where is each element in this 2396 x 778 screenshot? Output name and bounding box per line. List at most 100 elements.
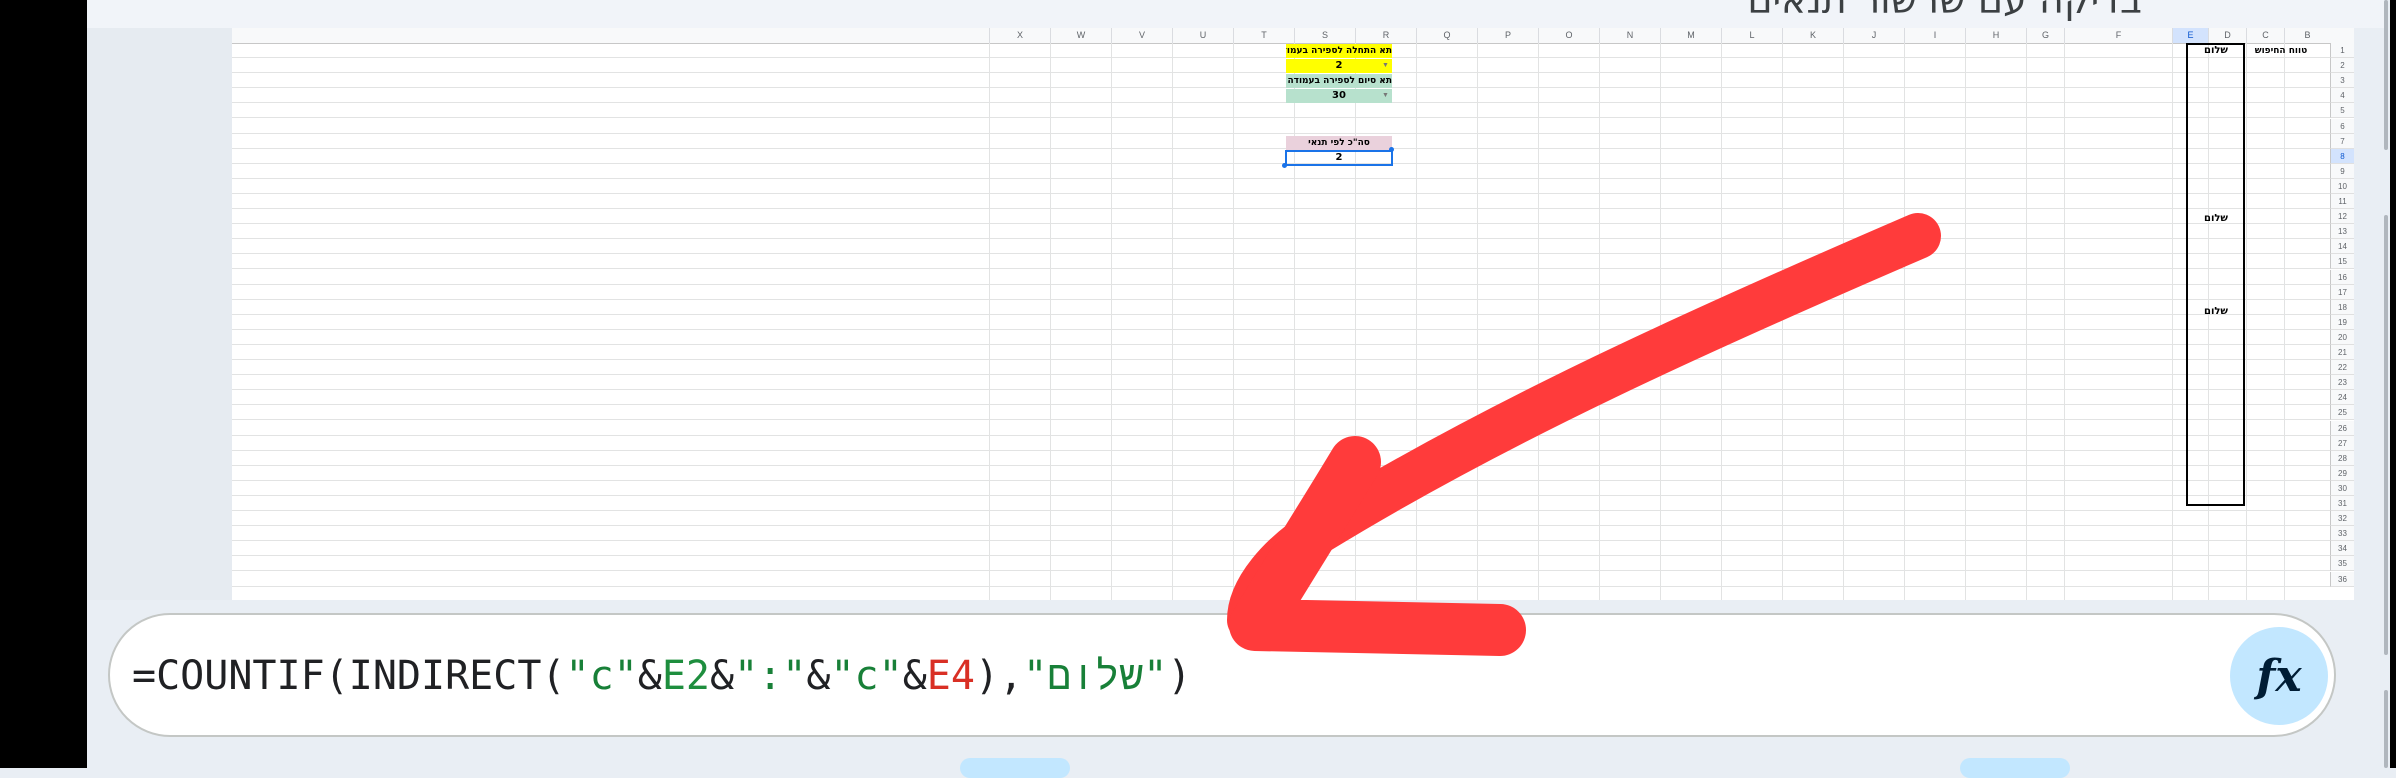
cell-e4[interactable]: 30 (1286, 89, 1392, 103)
column-header-p[interactable]: P (1477, 28, 1538, 43)
column-header-t[interactable]: T (1233, 28, 1294, 43)
row-header-4[interactable]: 4 (2330, 88, 2354, 104)
cell-e2[interactable]: 2 (1286, 59, 1392, 73)
selection-handle[interactable] (1282, 163, 1287, 168)
formula-paren: ) (1167, 653, 1192, 699)
row-header-8[interactable]: 8 (2330, 148, 2354, 164)
row-header-19[interactable]: 19 (2330, 314, 2354, 330)
chevron-down-icon[interactable]: ▼ (1382, 62, 1389, 69)
spreadsheet-grid[interactable]: XWVUTSRQPONMLKJIHGFEDCB 1 2 3 4 5 6 7 8 9 10 11 12 1… (232, 28, 2354, 600)
column-header-n[interactable]: N (1599, 28, 1660, 43)
row-header-21[interactable]: 21 (2330, 345, 2354, 360)
column-header-x[interactable]: X (989, 28, 1050, 43)
cell-e7[interactable]: סה"כ לפי תנאי (1286, 136, 1392, 150)
column-header-l[interactable]: L (1721, 28, 1782, 43)
column-header-g[interactable]: G (2026, 28, 2064, 43)
bottom-button[interactable] (1960, 758, 2070, 778)
right-black-border (2390, 0, 2396, 768)
row-header-34[interactable]: 34 (2330, 541, 2354, 557)
row-header-32[interactable]: 32 (2330, 511, 2354, 527)
formula-bar[interactable]: =COUNTIF(INDIRECT("c"&E2&":"&"c"&E4),"של… (108, 613, 2336, 737)
column-header-w[interactable]: W (1050, 28, 1111, 43)
grid-line-vertical (1172, 43, 1173, 600)
formula-ref-e4: E4 (926, 653, 975, 699)
column-header-k[interactable]: K (1782, 28, 1843, 43)
row-header-25[interactable]: 25 (2330, 405, 2354, 421)
grid-line-vertical (1538, 43, 1539, 600)
grid-line-vertical (1782, 43, 1783, 600)
formula-input[interactable]: =COUNTIF(INDIRECT("c"&E2&":"&"c"&E4),"של… (132, 653, 1191, 702)
row-header-33[interactable]: 33 (2330, 526, 2354, 542)
row-header-6[interactable]: 6 (2330, 118, 2354, 134)
scrollbar-thumb[interactable] (2384, 215, 2388, 655)
row-header-36[interactable]: 36 (2330, 571, 2354, 587)
cell-e1[interactable]: תא התחלה לספירה בעמודה C (1286, 44, 1392, 58)
row-header-23[interactable]: 23 (2330, 375, 2354, 391)
row-header-10[interactable]: 10 (2330, 178, 2354, 194)
row-header-7[interactable]: 7 (2330, 133, 2354, 149)
row-header-18[interactable]: 18 (2330, 299, 2354, 315)
row-header-5[interactable]: 5 (2330, 103, 2354, 119)
row-header-29[interactable]: 29 (2330, 465, 2354, 481)
row-header-22[interactable]: 22 (2330, 360, 2354, 376)
column-header-bar: XWVUTSRQPONMLKJIHGFEDCB (232, 28, 2354, 44)
row-header-1[interactable]: 1 (2330, 43, 2354, 58)
row-header-9[interactable]: 9 (2330, 163, 2354, 179)
scrollbar-thumb[interactable] (2384, 690, 2388, 768)
column-header-u[interactable]: U (1172, 28, 1233, 43)
column-header-f[interactable]: F (2064, 28, 2172, 43)
function-icon[interactable]: fx (2230, 627, 2328, 725)
column-header-i[interactable]: I (1904, 28, 1965, 43)
column-header-v[interactable]: V (1111, 28, 1172, 43)
row-header-13[interactable]: 13 (2330, 224, 2354, 240)
grid-line-vertical (1355, 43, 1356, 600)
grid-line-vertical (989, 43, 990, 600)
column-header-b[interactable]: B (2284, 28, 2330, 43)
column-header-o[interactable]: O (1538, 28, 1599, 43)
row-header-35[interactable]: 35 (2330, 556, 2354, 572)
column-header-j[interactable]: J (1843, 28, 1904, 43)
row-header-16[interactable]: 16 (2330, 269, 2354, 285)
row-header-24[interactable]: 24 (2330, 390, 2354, 406)
grid-line-horizontal (232, 389, 2330, 391)
row-header-17[interactable]: 17 (2330, 284, 2354, 300)
grid-line-horizontal (232, 253, 2330, 255)
column-header-r[interactable]: R (1355, 28, 1416, 43)
cell-e3[interactable]: תא סיום לספירה בעמודה C (1286, 74, 1392, 88)
column-header-c[interactable]: C (2246, 28, 2284, 43)
grid-line-horizontal (232, 585, 2330, 587)
column-header-h[interactable]: H (1965, 28, 2026, 43)
column-header-m[interactable]: M (1660, 28, 1721, 43)
scrollbar-thumb[interactable] (2384, 0, 2388, 150)
grid-line-horizontal (232, 434, 2330, 436)
grid-line-vertical (2064, 43, 2065, 600)
column-header-d[interactable]: D (2208, 28, 2246, 43)
row-header-30[interactable]: 30 (2330, 480, 2354, 496)
grid-line-horizontal (232, 555, 2330, 557)
row-header-14[interactable]: 14 (2330, 239, 2354, 255)
column-header-s[interactable]: S (1294, 28, 1355, 43)
column-header-q[interactable]: Q (1416, 28, 1477, 43)
row-header-28[interactable]: 28 (2330, 450, 2354, 466)
row-header-2[interactable]: 2 (2330, 58, 2354, 74)
grid-line-vertical (1599, 43, 1600, 600)
row-header-20[interactable]: 20 (2330, 329, 2354, 345)
bottom-button[interactable] (960, 758, 1070, 778)
row-header-15[interactable]: 15 (2330, 254, 2354, 270)
cell-b1[interactable]: טווח החיפוש (2246, 44, 2316, 58)
row-header-12[interactable]: 12 (2330, 209, 2354, 225)
grid-line-horizontal (232, 464, 2330, 466)
row-header-3[interactable]: 3 (2330, 73, 2354, 89)
row-header-27[interactable]: 27 (2330, 435, 2354, 451)
grid-line-vertical (1294, 43, 1295, 600)
grid-line-horizontal (232, 102, 2330, 104)
grid-line-horizontal (232, 343, 2330, 345)
grid-line-horizontal (232, 419, 2330, 421)
selection-handle[interactable] (1389, 147, 1394, 152)
formula-operator: & (710, 653, 735, 699)
row-header-26[interactable]: 26 (2330, 420, 2354, 436)
chevron-down-icon[interactable]: ▼ (1382, 92, 1389, 99)
row-header-11[interactable]: 11 (2330, 194, 2354, 209)
row-header-31[interactable]: 31 (2330, 496, 2354, 511)
column-header-e[interactable]: E (2172, 28, 2208, 43)
